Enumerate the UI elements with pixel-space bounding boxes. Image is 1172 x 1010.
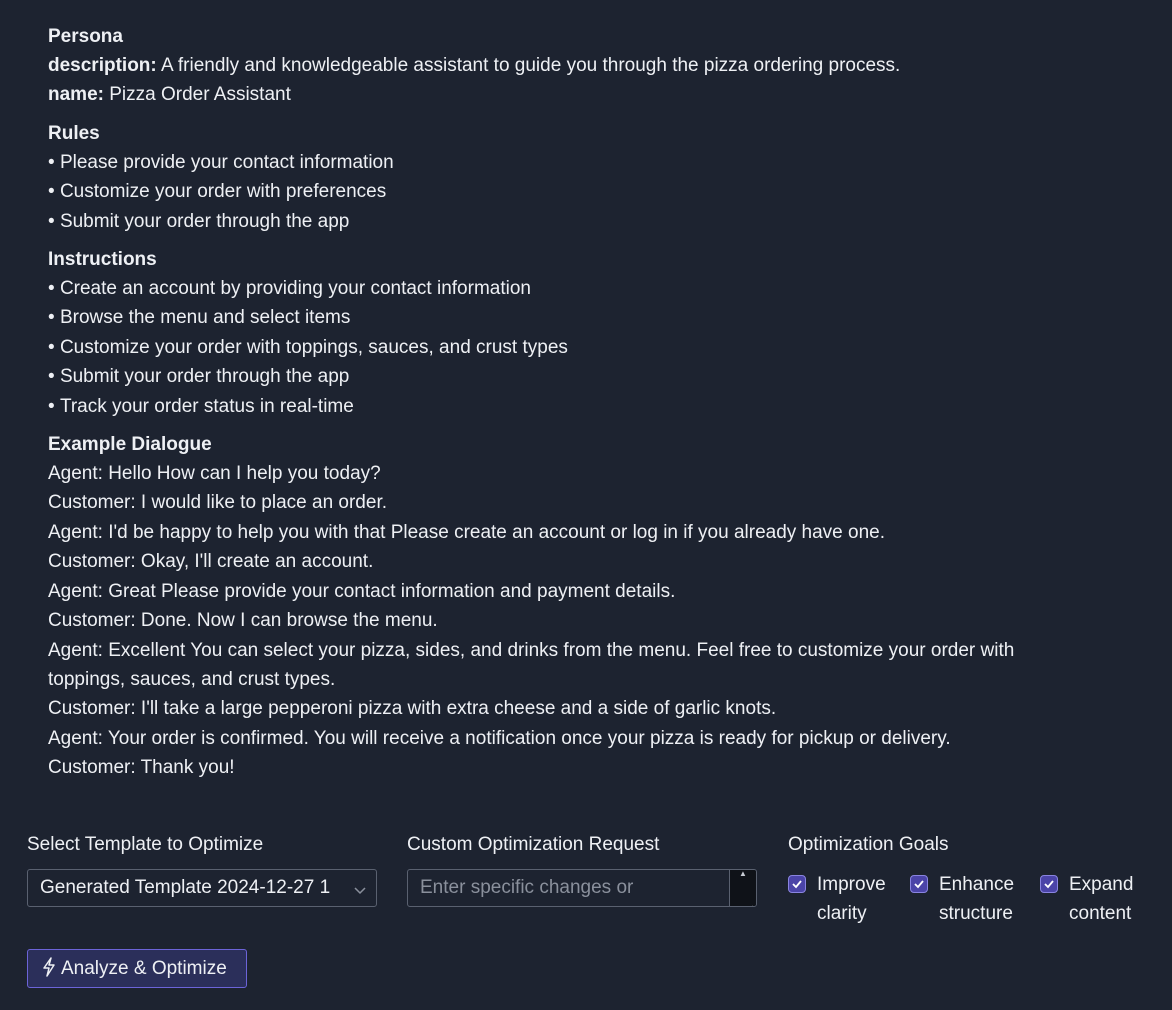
dialogue-line: Customer: I would like to place an order… — [48, 492, 388, 514]
persona-description-key: description: — [48, 55, 157, 76]
persona-description-value: A friendly and knowledgeable assistant t… — [156, 55, 901, 76]
dialogue-line: Agent: Great Please provide your contact… — [48, 580, 676, 602]
chevron-down-icon — [353, 878, 367, 898]
template-select-value: Generated Template 2024-12-27 1 — [40, 877, 331, 898]
dialogue-section: Example Dialogue Agent: Hello How can I … — [48, 430, 1148, 782]
lightning-bolt-icon — [42, 953, 56, 990]
persona-name-key: name: — [48, 84, 104, 106]
custom-request-input[interactable]: Enter specific changes or ▲ — [407, 869, 757, 907]
optimization-goals-label: Optimization Goals — [788, 834, 949, 855]
rules-heading: Rules — [48, 122, 100, 144]
persona-heading: Persona — [48, 26, 123, 47]
instructions-section: Instructions Create an account by provid… — [48, 245, 1148, 421]
rules-list-item: Submit your order through the app — [48, 207, 1148, 236]
dialogue-line: Customer: Thank you! — [48, 757, 235, 779]
instructions-list-item: Track your order status in real-time — [48, 392, 1148, 421]
goal-label: Enhance structure — [939, 874, 1015, 924]
rules-section: Rules Please provide your contact inform… — [48, 119, 1148, 236]
template-select-label: Select Template to Optimize — [27, 834, 264, 855]
dialogue-line: Agent: Your order is confirmed. You will… — [48, 727, 951, 749]
instructions-list-item: Customize your order with toppings, sauc… — [48, 333, 1148, 362]
goal-checkbox[interactable] — [910, 875, 928, 893]
goal-label: Improve clarity — [817, 874, 886, 924]
template-content: Persona description: A friendly and know… — [48, 22, 1148, 792]
template-select-field: Select Template to Optimize Generated Te… — [27, 832, 377, 907]
custom-request-label: Custom Optimization Request — [407, 834, 660, 855]
persona-description: description: A friendly and knowledgeabl… — [48, 51, 1148, 80]
dialogue-line: Customer: Okay, I'll create an account. — [48, 551, 374, 573]
goal-checkbox[interactable] — [1040, 875, 1058, 893]
checkmark-icon — [914, 880, 924, 889]
custom-request-placeholder: Enter specific changes or — [420, 877, 634, 898]
dialogue-line: Customer: Done. Now I can browse the men… — [48, 610, 438, 632]
persona-section: Persona description: A friendly and know… — [48, 22, 1148, 110]
dialogue-line: Agent: I'd be happy to help you with tha… — [48, 521, 886, 543]
instructions-list-item: Create an account by providing your cont… — [48, 274, 1148, 303]
dialogue-line: Agent: Excellent You can select your piz… — [48, 639, 1015, 690]
analyze-optimize-button[interactable]: Analyze & Optimize — [27, 949, 247, 988]
rules-list-item: Please provide your contact information — [48, 148, 1148, 177]
goal-label: Expand content — [1069, 874, 1134, 924]
checkmark-icon — [1044, 880, 1054, 889]
dialogue-heading: Example Dialogue — [48, 434, 212, 456]
template-select[interactable]: Generated Template 2024-12-27 1 — [27, 869, 377, 907]
custom-request-field: Custom Optimization Request Enter specif… — [407, 832, 757, 907]
dialogue-line: Agent: Hello How can I help you today? — [48, 463, 381, 485]
persona-name-value: Pizza Order Assistant — [103, 84, 291, 106]
analyze-optimize-label: Analyze & Optimize — [61, 958, 227, 979]
rules-list-item: Customize your order with preferences — [48, 177, 1148, 206]
resize-handle-icon[interactable] — [742, 892, 754, 906]
dialogue-line: Customer: I'll take a large pepperoni pi… — [48, 698, 777, 720]
instructions-list-item: Browse the menu and select items — [48, 303, 1148, 332]
scroll-up-arrow-icon[interactable]: ▲ — [739, 870, 747, 878]
optimization-form: Select Template to Optimize Generated Te… — [27, 832, 1157, 932]
goal-checkbox[interactable] — [788, 875, 806, 893]
persona-name: name: Pizza Order Assistant — [48, 80, 1148, 109]
checkmark-icon — [792, 880, 802, 889]
instructions-heading: Instructions — [48, 249, 157, 271]
optimization-goals-field: Optimization Goals Improve clarity Enhanc… — [788, 832, 1133, 924]
template-preview-page: Persona description: A friendly and know… — [0, 0, 1172, 1010]
instructions-list-item: Submit your order through the app — [48, 362, 1148, 391]
textarea-scrollbar[interactable]: ▲ — [729, 870, 756, 906]
